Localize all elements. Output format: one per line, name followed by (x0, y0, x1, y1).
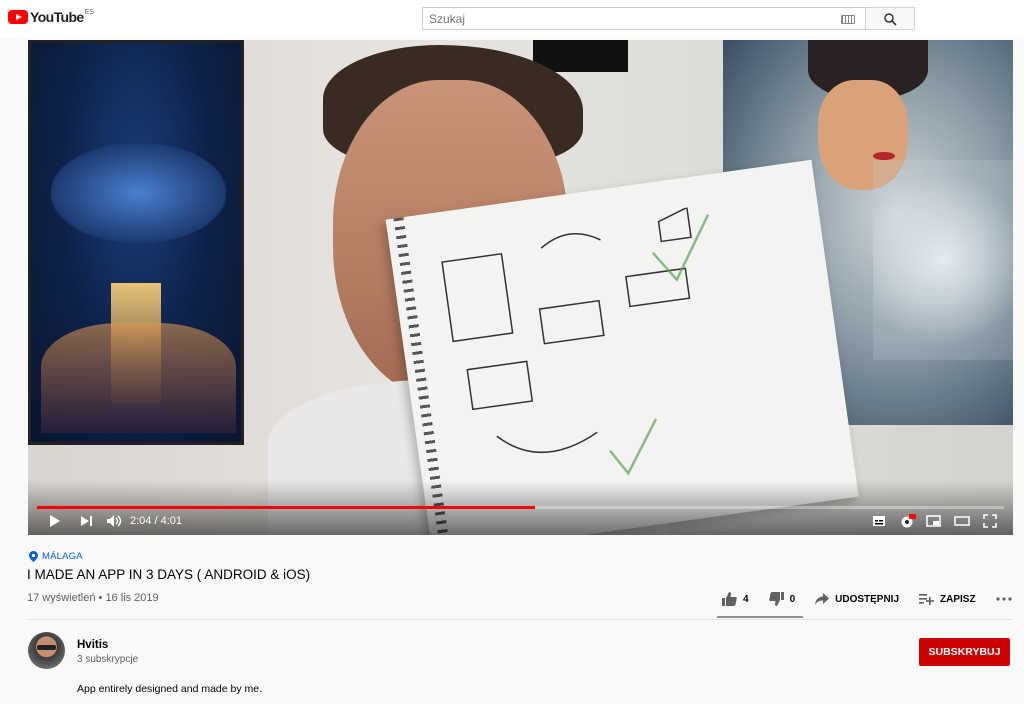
dislike-button[interactable]: 0 (768, 592, 796, 606)
youtube-logo[interactable]: YouTube ES (8, 9, 94, 25)
more-icon (995, 597, 1012, 601)
play-icon[interactable] (48, 514, 62, 528)
keyboard-icon[interactable] (841, 15, 855, 24)
playlist-add-icon (919, 594, 935, 605)
sketch-notebook (385, 159, 859, 535)
video-actions: 4 0 UDOSTĘPNIJ ZAPISZ (722, 592, 1012, 606)
location-label: MÁLAGA (42, 551, 83, 562)
subtitles-icon[interactable] (872, 514, 886, 528)
save-label: ZAPISZ (940, 593, 976, 605)
video-frame (28, 40, 1013, 535)
like-button[interactable]: 4 (722, 592, 749, 606)
dislike-count: 0 (789, 593, 796, 605)
share-button[interactable]: UDOSTĘPNIJ (815, 593, 899, 605)
search-button[interactable] (866, 7, 915, 30)
share-label: UDOSTĘPNIJ (835, 593, 900, 605)
logo-text: YouTube (30, 9, 84, 25)
video-meta: 17 wyświetleń • 16 lis 2019 (27, 592, 159, 604)
like-count: 4 (743, 593, 749, 605)
subscribe-button[interactable]: SUBSKRYBUJ (919, 638, 1010, 666)
miniplayer-icon[interactable] (926, 514, 942, 528)
video-player[interactable]: 2:04 / 4:01 (28, 40, 1013, 535)
more-actions-button[interactable] (995, 597, 1012, 601)
share-icon (815, 593, 830, 605)
progress-bar[interactable] (37, 506, 1004, 509)
save-button[interactable]: ZAPISZ (919, 593, 976, 605)
next-icon[interactable] (80, 514, 93, 528)
settings-icon[interactable] (900, 514, 916, 528)
location-link[interactable]: MÁLAGA (29, 551, 83, 562)
divider (27, 619, 1012, 620)
video-title: I MADE AN APP IN 3 DAYS ( ANDROID & iOS) (27, 567, 311, 582)
video-description: App entirely designed and made by me. (77, 683, 263, 695)
theater-icon[interactable] (954, 514, 970, 528)
top-bar: YouTube ES Szukaj (0, 0, 1024, 38)
channel-avatar[interactable] (28, 632, 65, 669)
location-pin-icon (29, 551, 38, 562)
thumbs-down-icon (768, 592, 784, 606)
thumbs-up-icon (722, 592, 737, 606)
channel-name[interactable]: Hvitis (77, 639, 108, 651)
progress-played (37, 506, 535, 509)
like-ratio-bar (717, 616, 803, 618)
time-display: 2:04 / 4:01 (130, 515, 182, 527)
subscriber-count: 3 subskrypcje (77, 654, 139, 665)
search-input[interactable]: Szukaj (422, 7, 866, 30)
logo-country: ES (84, 8, 94, 16)
poster-left (28, 40, 244, 445)
search-placeholder: Szukaj (429, 12, 466, 26)
search-icon (884, 13, 897, 26)
volume-icon[interactable] (106, 514, 122, 528)
fullscreen-icon[interactable] (983, 514, 997, 528)
youtube-logo-icon (8, 10, 28, 24)
